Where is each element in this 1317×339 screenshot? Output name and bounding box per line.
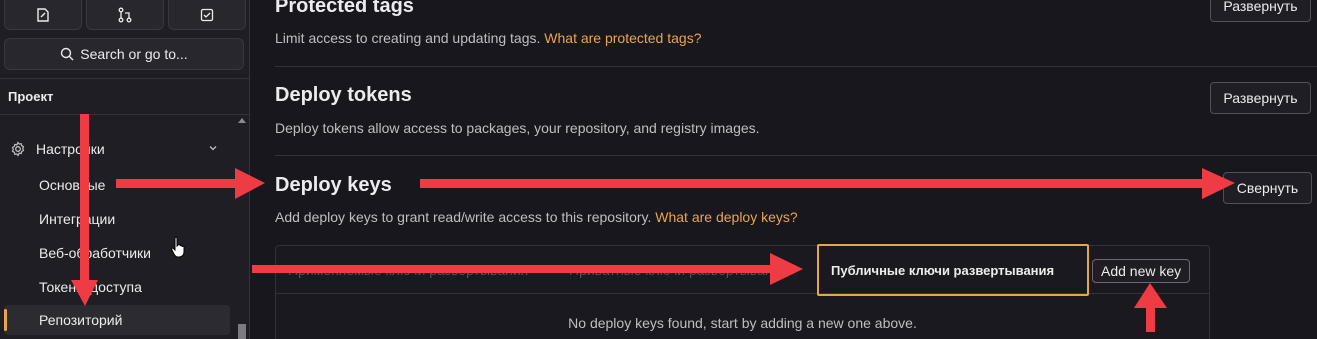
sidebar-divider [0,78,250,79]
empty-state-message: No deploy keys found, start by adding a … [568,315,917,331]
merge-request-icon [118,7,132,22]
nav-section-settings[interactable]: Настройки [0,136,236,162]
sidebar: Search or go to... Проект Настройки Осно… [0,0,250,339]
sidebar-item-integrations[interactable]: Интеграции [4,204,230,234]
tab-public-keys[interactable]: Публичные ключи развертывания [831,263,1054,278]
sidebar-item-label: Основные [39,177,106,193]
section-title-protected-tags: Protected tags [275,0,414,17]
search-button[interactable]: Search or go to... [4,38,244,70]
section-title-deploy-tokens: Deploy tokens [275,84,412,106]
deploy-keys-tabs: Применяемые ключи развертывания Приватны… [276,244,1209,296]
sidebar-item-general[interactable]: Основные [4,170,230,200]
deploy-keys-help-link[interactable]: What are deploy keys? [655,209,797,225]
sidebar-item-webhooks[interactable]: Веб-обработчики [4,238,230,268]
todo-check-icon [200,8,214,21]
scroll-up-arrow-icon[interactable] [238,118,246,123]
section-desc-text: Limit access to creating and updating ta… [275,30,541,46]
section-desc-deploy-tokens: Deploy tokens allow access to packages, … [275,120,760,136]
section-desc-deploy-keys: Add deploy keys to grant read/write acce… [275,209,798,225]
sidebar-item-access-tokens[interactable]: Токены доступа [4,272,230,302]
protected-tags-help-link[interactable]: What are protected tags? [544,30,701,46]
sidebar-scrollbar[interactable] [237,118,247,339]
sidebar-item-label: Веб-обработчики [39,245,151,261]
main-content: Protected tags Limit access to creating … [251,0,1317,339]
gear-icon [11,141,25,157]
document-edit-icon [37,7,49,22]
section-title-deploy-keys: Deploy keys [275,174,392,196]
sidebar-item-repository[interactable]: Репозиторий [4,305,230,335]
scrollbar-thumb[interactable] [238,324,246,339]
project-heading: Проект [8,89,54,104]
sidebar-item-label: Токены доступа [39,279,142,295]
nav-section-label: Настройки [36,141,105,157]
chevron-down-icon [209,146,217,151]
todo-button[interactable] [168,0,246,30]
deploy-keys-panel: Применяемые ключи развертывания Приватны… [275,244,1210,339]
section-divider [275,155,1317,156]
tab-enabled-keys[interactable]: Применяемые ключи развертывания [288,262,528,278]
merge-requests-button[interactable] [86,0,164,30]
section-divider [275,66,1317,67]
search-icon [61,47,74,61]
section-desc-text: Add deploy keys to grant read/write acce… [275,209,652,225]
expand-deploy-tokens-button[interactable]: Развернуть [1210,82,1311,114]
add-new-key-button[interactable]: Add new key [1092,259,1191,283]
tab-private-keys[interactable]: Приватные ключи развертывания [569,262,788,278]
sidebar-item-label: Репозиторий [39,312,123,328]
sidebar-item-label: Интеграции [39,211,116,227]
create-new-button[interactable] [4,0,82,30]
expand-protected-tags-button[interactable]: Развернуть [1210,0,1311,22]
sidebar-top-buttons [4,0,246,30]
search-label: Search or go to... [80,46,188,62]
section-desc-protected-tags: Limit access to creating and updating ta… [275,30,701,46]
sidebar-divider [0,114,250,115]
collapse-deploy-keys-button[interactable]: Свернуть [1223,172,1312,204]
hand-cursor-icon [171,236,185,258]
